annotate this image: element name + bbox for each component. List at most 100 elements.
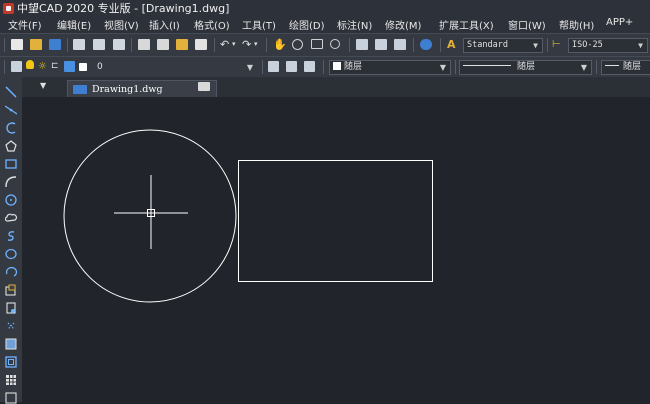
multiline-text-icon[interactable] <box>5 392 17 404</box>
print-preview-icon[interactable] <box>93 39 105 50</box>
spline-icon[interactable] <box>5 230 17 242</box>
menu-view[interactable]: 视图(V) <box>104 17 139 32</box>
menu-tools[interactable]: 工具(T) <box>242 17 276 32</box>
model-space[interactable] <box>22 97 650 402</box>
zoom-window-icon[interactable] <box>311 39 323 49</box>
color-swatch-icon <box>333 62 341 70</box>
text-style-icon[interactable]: A <box>447 39 459 50</box>
toolbar-grip <box>4 38 5 52</box>
tab-list-dropdown-icon[interactable]: ▼ <box>40 81 46 90</box>
undo-icon[interactable]: ↶ <box>220 39 232 50</box>
toolbar-separator <box>547 38 548 52</box>
lineweight-value: 随层 <box>623 62 642 72</box>
revision-cloud-icon[interactable] <box>5 212 17 224</box>
circle-icon[interactable] <box>5 194 17 206</box>
menu-app-plus[interactable]: APP+ <box>606 17 633 28</box>
polygon-icon[interactable] <box>5 140 17 152</box>
rectangle-entity[interactable] <box>238 160 433 282</box>
help-icon[interactable] <box>420 39 432 50</box>
menu-format[interactable]: 格式(O) <box>194 17 230 32</box>
cut-icon[interactable] <box>138 39 150 50</box>
region-icon[interactable] <box>5 356 17 368</box>
document-tab-bar: ▼ Drawing1.dwg ✕ <box>22 77 650 97</box>
menu-bar: 文件(F) 编辑(E) 视图(V) 插入(I) 格式(O) 工具(T) 绘图(D… <box>0 16 650 33</box>
design-center-icon[interactable] <box>375 39 387 50</box>
tab-drawing1[interactable]: Drawing1.dwg ✕ <box>67 80 217 97</box>
layer-color-swatch-icon <box>79 63 87 71</box>
table-icon[interactable] <box>5 374 17 386</box>
dimension-style-select[interactable]: ISO-25 ▼ <box>568 38 648 53</box>
toolbar-grip <box>4 60 5 74</box>
new-file-icon[interactable] <box>11 39 23 50</box>
redo-dropdown-icon[interactable]: ▾ <box>254 39 266 50</box>
make-block-icon[interactable] <box>5 302 17 314</box>
polyline-icon[interactable] <box>5 122 17 134</box>
menu-modify[interactable]: 修改(M) <box>385 17 421 32</box>
menu-dimension[interactable]: 标注(N) <box>337 17 372 32</box>
menu-file[interactable]: 文件(F) <box>8 17 42 32</box>
lineweight-preview-icon <box>605 65 619 66</box>
chevron-down-icon: ▼ <box>638 41 643 50</box>
arc-icon[interactable] <box>5 176 17 188</box>
toolbar-separator <box>349 38 350 52</box>
save-icon[interactable] <box>49 39 61 50</box>
construction-line-icon[interactable] <box>5 104 17 116</box>
color-value: 随层 <box>344 62 363 72</box>
print-icon[interactable] <box>73 39 85 50</box>
linetype-select[interactable]: 随层 ▼ <box>459 60 592 75</box>
copy-icon[interactable] <box>157 39 169 50</box>
draw-toolbar <box>0 77 23 404</box>
pan-icon[interactable]: ✋ <box>273 39 287 50</box>
menu-extension-tools[interactable]: 扩展工具(X) <box>439 17 494 32</box>
menu-insert[interactable]: 插入(I) <box>149 17 180 32</box>
layer-states-icon[interactable] <box>304 61 315 72</box>
point-icon[interactable] <box>5 320 17 332</box>
zoom-previous-icon[interactable] <box>330 39 340 49</box>
layer-viewport-icon[interactable]: ⊏ <box>51 61 62 72</box>
insert-block-icon[interactable] <box>5 284 17 296</box>
menu-edit[interactable]: 编辑(E) <box>57 17 91 32</box>
layer-thaw-sun-icon[interactable]: ☼ <box>38 61 49 72</box>
layer-lock-icon[interactable] <box>64 61 75 72</box>
paste-icon[interactable] <box>176 39 188 50</box>
make-layer-current-icon[interactable] <box>268 61 279 72</box>
redo-icon[interactable]: ↷ <box>242 39 254 50</box>
layer-previous-icon[interactable] <box>286 61 297 72</box>
text-style-value: Standard <box>467 40 508 50</box>
menu-draw[interactable]: 绘图(D) <box>289 17 325 32</box>
drawing-canvas[interactable] <box>22 97 650 402</box>
dimension-style-icon[interactable]: ⊢ <box>552 39 564 50</box>
toolbar-separator <box>596 60 597 74</box>
line-icon[interactable] <box>5 86 17 98</box>
chevron-down-icon: ▼ <box>439 63 446 72</box>
menu-help[interactable]: 帮助(H) <box>559 17 594 32</box>
properties-icon[interactable] <box>356 39 368 50</box>
chevron-down-icon: ▼ <box>533 41 538 50</box>
match-properties-icon[interactable] <box>195 39 207 50</box>
tool-palette-icon[interactable] <box>394 39 406 50</box>
standard-toolbar: ↶ ▾ ↷ ▾ ✋ A Standard ▼ ⊢ ISO-25 ▼ <box>0 33 650 56</box>
zoom-realtime-icon[interactable] <box>292 39 303 50</box>
layer-name-value: 0 <box>97 62 103 72</box>
layer-manager-icon[interactable] <box>11 61 22 72</box>
toolbar-separator <box>266 38 267 52</box>
toolbar-separator <box>455 60 456 74</box>
plot-icon[interactable] <box>113 39 125 50</box>
ellipse-icon[interactable] <box>5 248 17 260</box>
ellipse-arc-icon[interactable] <box>5 266 17 278</box>
toolbar-separator <box>440 38 441 52</box>
rectangle-icon[interactable] <box>5 158 17 170</box>
layer-select[interactable]: 0 ▼ <box>93 60 258 74</box>
menu-window[interactable]: 窗口(W) <box>508 17 546 32</box>
new-tab-icon[interactable] <box>198 82 210 91</box>
hatch-icon[interactable] <box>5 338 17 350</box>
linetype-value: 随层 <box>517 62 536 72</box>
color-select[interactable]: 随层 ▼ <box>329 60 451 75</box>
title-bar: 中望CAD 2020 专业版 - [Drawing1.dwg] <box>0 0 650 16</box>
chevron-down-icon: ▼ <box>580 63 587 72</box>
lineweight-select[interactable]: 随层 <box>601 60 650 75</box>
open-folder-icon[interactable] <box>30 39 42 50</box>
text-style-select[interactable]: Standard ▼ <box>463 38 543 53</box>
layer-on-bulb-icon[interactable] <box>26 60 34 69</box>
linetype-preview-icon <box>463 65 511 66</box>
